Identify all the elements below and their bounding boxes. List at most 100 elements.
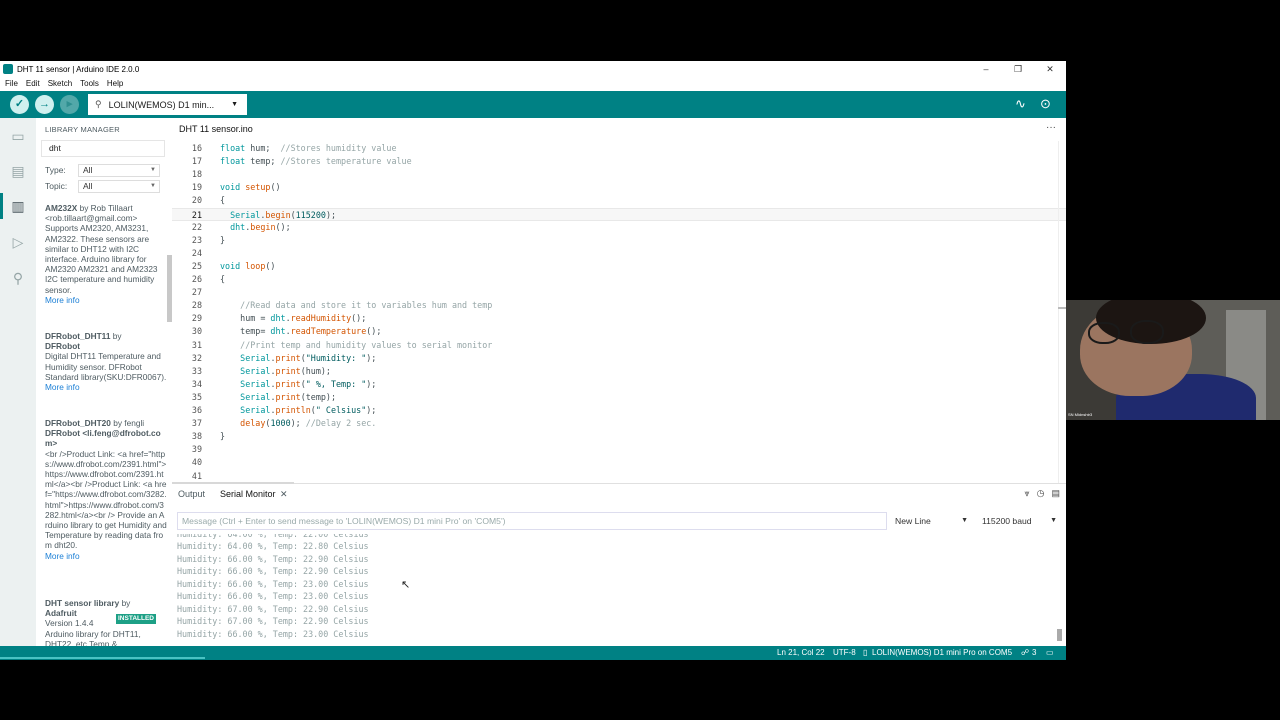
code-line[interactable]: 40 [172,456,1066,469]
webcam-label: SN Midnshtr3 [1068,412,1093,417]
cursor-position[interactable]: Ln 21, Col 22 [777,646,825,660]
chevron-down-icon: ▼ [150,167,156,173]
code-line[interactable]: 26 { [172,273,1066,286]
library-email: Adafruit [45,608,77,619]
code-line[interactable]: 17 float temp; //Stores temperature value [172,155,1066,168]
line-number: 34 [191,378,202,389]
library-description: Supports AM2320, AM3231, AM2322. These s… [45,223,158,295]
close-serial-tab-icon[interactable]: ✕ [280,484,288,505]
topic-filter-select[interactable]: All ▼ [78,180,160,193]
verify-button[interactable]: ✓ [10,95,29,114]
library-version: Version 1.4.4 [45,618,94,629]
glasses-left [1088,322,1120,344]
code-line[interactable]: 35 Serial.print(temp); [172,391,1066,404]
menu-sketch[interactable]: Sketch [43,77,75,91]
code-line[interactable]: 34 Serial.print(" %, Temp: "); [172,378,1066,391]
library-name: DHT sensor library [45,598,120,608]
code-line[interactable]: 27 [172,286,1066,299]
debug-button[interactable]: ▸ [60,95,79,114]
code-text: void setup() [220,182,281,193]
line-number: 22 [191,221,202,232]
library-manager-icon[interactable]: ▥ [8,198,28,216]
library-item-dfrobot-dht11: DFRobot_DHT11 by DFRobot Digital DHT11 T… [45,331,167,392]
menu-edit[interactable]: Edit [21,77,43,91]
code-line[interactable]: 41 [172,470,1066,483]
minimize-button[interactable]: – [970,61,1002,77]
line-number: 25 [191,260,202,271]
menu-bar: File Edit Sketch Tools Help [0,77,126,91]
folder-icon[interactable]: ▭ [8,128,28,146]
code-line[interactable]: 28 //Read data and store it to variables… [172,299,1066,312]
menu-file[interactable]: File [0,77,21,91]
line-number: 33 [191,365,202,376]
serial-output: Humidity: 64.00 %, Temp: 22.00 Celsius Hu… [177,534,1057,642]
type-filter-select[interactable]: All ▼ [78,164,160,177]
code-line[interactable]: 19 void setup() [172,181,1066,194]
panel-toggle-icon[interactable]: ▭ [1046,646,1054,660]
code-line[interactable]: 39 [172,443,1066,456]
baud-rate-select[interactable]: 115200 baud ▼ [978,512,1062,530]
debug-panel-icon[interactable]: ▷ [8,234,28,252]
code-line[interactable]: 30 temp= dht.readTemperature(); [172,325,1066,338]
serial-scrollbar[interactable] [1057,629,1062,641]
serial-monitor-icon[interactable]: ⊙ [1040,96,1051,112]
upload-button[interactable]: → [35,95,54,114]
library-search-input[interactable]: dht [41,140,165,157]
boards-manager-icon[interactable]: ▤ [8,163,28,181]
line-number: 37 [191,418,202,429]
serial-line: Humidity: 66.00 %, Temp: 23.00 Celsius [177,578,369,589]
code-editor[interactable]: 16 float hum; //Stores humidity value 17 fl… [172,141,1066,483]
editor-scrollbar[interactable] [1058,141,1066,483]
tab-serial-monitor[interactable]: Serial Monitor [220,484,276,505]
board-port-status[interactable]: LOLIN(WEMOS) D1 mini Pro on COM5 [872,646,1012,660]
collapse-icon[interactable]: ⩔ [1025,488,1030,499]
code-text: } [220,234,226,245]
code-line[interactable]: 21 Serial.begin(115200); [172,207,1066,221]
code-line[interactable]: 31 //Print temp and humidity values to s… [172,339,1066,352]
library-email: <rob.tillaart@gmail.com> [45,213,138,224]
menu-tools[interactable]: Tools [75,77,102,91]
code-text: } [220,431,226,442]
code-line[interactable]: 18 [172,168,1066,181]
menu-help[interactable]: Help [102,77,126,91]
more-info-link[interactable]: More info [45,295,80,305]
code-line[interactable]: 37 delay(1000); //Delay 2 sec. [172,417,1066,430]
debug-icon: ▸ [66,98,73,110]
search-icon[interactable]: ⚲ [8,270,28,288]
line-ending-select[interactable]: New Line ▼ [891,512,973,530]
code-line[interactable]: 20 { [172,194,1066,207]
code-line[interactable]: 32 Serial.print("Humidity: "); [172,352,1066,365]
library-author: by [112,331,122,341]
code-line[interactable]: 36 Serial.println(" Celsius"); [172,404,1066,417]
close-window-button[interactable]: ✕ [1034,61,1066,77]
code-line[interactable]: 22 dht.begin(); [172,221,1066,234]
board-selector[interactable]: ⚲ LOLIN(WEMOS) D1 min... ▼ [88,94,247,115]
code-line[interactable]: 25 void loop() [172,260,1066,273]
code-line[interactable]: 38} [172,430,1066,443]
clock-icon[interactable]: ◷ [1037,488,1045,499]
code-text: { [220,274,226,284]
code-line[interactable]: 24 [172,247,1066,260]
more-info-link[interactable]: More info [45,382,80,392]
more-icon[interactable]: ··· [1046,118,1056,138]
board-port-icon: ▯ [863,648,868,657]
encoding[interactable]: UTF-8 [833,646,856,660]
webcam-overlay: SN Midnshtr3 [1066,300,1280,420]
maximize-button[interactable]: ❐ [1002,61,1034,77]
tab-dht11-sensor[interactable]: DHT 11 sensor.ino [172,118,260,141]
line-number: 23 [191,234,202,245]
code-line[interactable]: 33 Serial.print(hum); [172,365,1066,378]
clear-output-icon[interactable]: ▤ [1051,488,1060,499]
code-line[interactable]: 16 float hum; //Stores humidity value [172,142,1066,155]
line-number: 20 [191,195,202,206]
code-line[interactable]: 23} [172,234,1066,247]
notifications-icon[interactable]: ☍ [1021,646,1029,660]
code-text: Serial.begin(115200); [230,209,337,220]
serial-message-input[interactable]: Message (Ctrl + Enter to send message to… [177,512,887,530]
more-info-link[interactable]: More info [45,551,80,561]
line-number: 27 [191,287,202,298]
code-line[interactable]: 29 hum = dht.readHumidity(); [172,312,1066,325]
tab-output[interactable]: Output [178,484,205,505]
serial-plotter-icon[interactable]: ∿ [1015,96,1026,112]
library-author: by Rob Tillaart [79,203,133,213]
